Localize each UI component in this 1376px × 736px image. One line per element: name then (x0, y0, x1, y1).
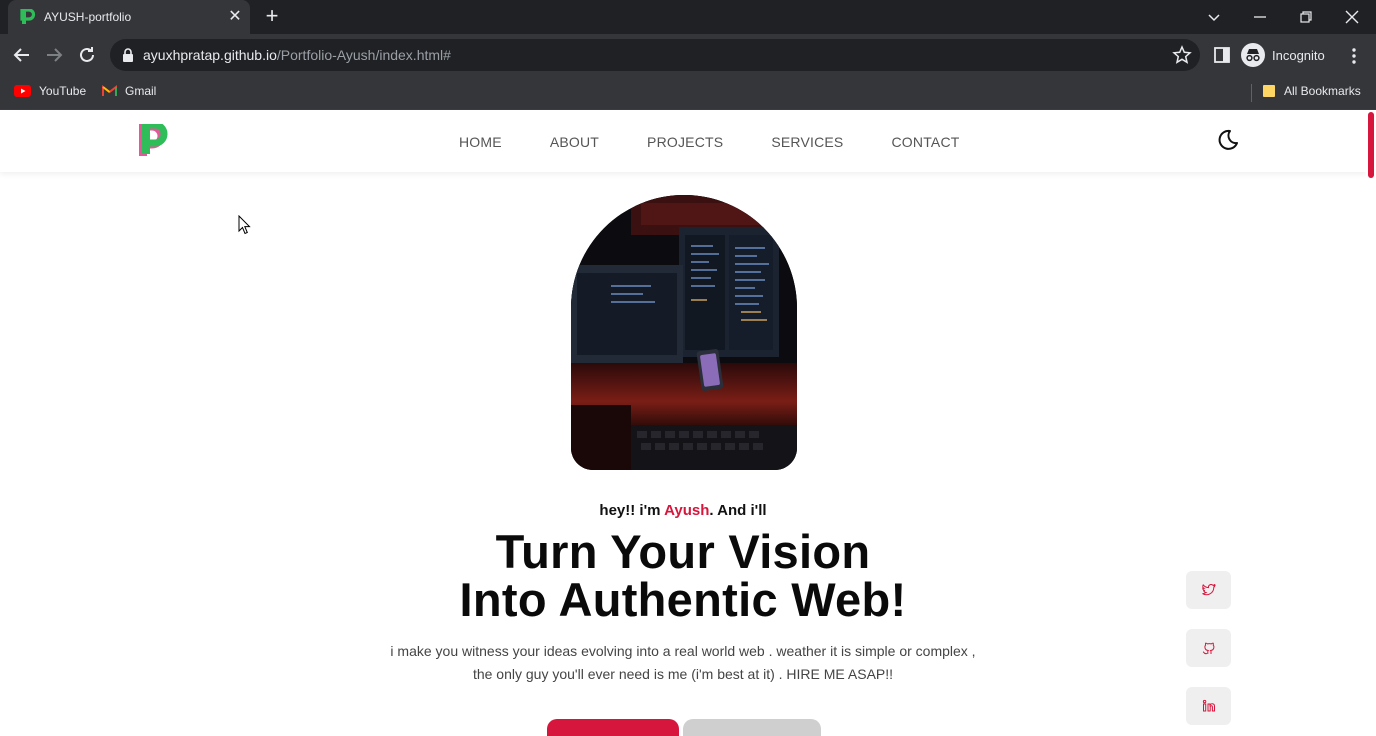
nav-services[interactable]: SERVICES (771, 134, 843, 150)
desk-setup-illustration (571, 195, 797, 470)
hero-primary-button[interactable] (547, 719, 679, 736)
all-bookmarks-label: All Bookmarks (1284, 84, 1361, 98)
headline-line-1: Turn Your Vision (495, 525, 871, 578)
url-host: ayuxhpratap.github.io (143, 47, 277, 63)
site-favicon (20, 9, 36, 24)
site-header: HOME ABOUT PROJECTS SERVICES CONTACT (0, 110, 1366, 172)
nav-projects[interactable]: PROJECTS (647, 134, 723, 150)
description-line-1: i make you witness your ideas evolving i… (390, 643, 976, 659)
browser-toolbar: ayuxhpratap.github.io/Portfolio-Ayush/in… (0, 34, 1376, 76)
tab-title: AYUSH-portfolio (44, 10, 132, 24)
page-viewport: HOME ABOUT PROJECTS SERVICES CONTACT hey… (0, 110, 1376, 736)
twitter-icon (1201, 584, 1216, 596)
incognito-icon (1241, 43, 1265, 67)
github-icon (1202, 642, 1214, 655)
nav-about[interactable]: ABOUT (550, 134, 599, 150)
bookmarks-separator (1251, 84, 1252, 102)
hero-greeting: hey!! i'm Ayush. And i'll (0, 502, 1366, 519)
url-text: ayuxhpratap.github.io/Portfolio-Ayush/in… (143, 47, 451, 63)
address-bar[interactable]: ayuxhpratap.github.io/Portfolio-Ayush/in… (110, 39, 1200, 71)
bookmark-star-icon[interactable] (1172, 45, 1192, 65)
dark-mode-moon-icon[interactable] (1214, 127, 1240, 153)
hero-secondary-button[interactable] (683, 719, 821, 736)
bookmarks-bar: YouTube Gmail All Bookmarks (0, 76, 1376, 110)
new-tab-icon[interactable]: + (262, 5, 282, 27)
greeting-prefix: hey!! i'm (599, 502, 665, 519)
headline-line-2: Into Authentic Web! (459, 573, 907, 626)
url-path: /Portfolio-Ayush/index.html# (276, 47, 451, 63)
bookmark-label: Gmail (125, 84, 157, 98)
side-panel-icon[interactable] (1213, 46, 1231, 64)
back-icon[interactable] (10, 43, 34, 67)
site-logo[interactable] (136, 124, 172, 158)
linkedin-icon (1202, 699, 1215, 712)
browser-tab[interactable]: AYUSH-portfolio ✕ (8, 0, 250, 34)
restore-icon[interactable] (1295, 6, 1317, 28)
all-bookmarks-button[interactable]: All Bookmarks (1262, 84, 1361, 98)
social-linkedin-button[interactable] (1186, 687, 1231, 725)
social-twitter-button[interactable] (1186, 571, 1231, 609)
reload-icon[interactable] (75, 43, 99, 67)
folder-icon (1263, 85, 1275, 97)
hero-image (571, 195, 797, 470)
bookmark-label: YouTube (39, 84, 87, 98)
minimize-icon[interactable] (1249, 6, 1271, 28)
tab-search-icon[interactable] (1203, 6, 1225, 28)
mouse-cursor-icon (238, 215, 251, 235)
forward-icon[interactable] (42, 43, 66, 67)
tab-strip: AYUSH-portfolio ✕ + (0, 0, 1376, 34)
hero-description: i make you witness your ideas evolving i… (0, 640, 1366, 686)
main-nav: HOME ABOUT PROJECTS SERVICES CONTACT (459, 134, 1008, 150)
nav-contact[interactable]: CONTACT (891, 134, 959, 150)
bookmark-youtube[interactable]: YouTube (14, 84, 86, 98)
greeting-name: Ayush (664, 502, 710, 519)
lock-icon (123, 48, 133, 62)
social-github-button[interactable] (1186, 629, 1231, 667)
nav-home[interactable]: HOME (459, 134, 502, 150)
scrollbar-thumb[interactable] (1368, 112, 1374, 178)
greeting-suffix: . And i'll (709, 502, 767, 519)
close-window-icon[interactable] (1341, 6, 1363, 28)
incognito-profile-button[interactable]: Incognito (1241, 39, 1325, 71)
bookmark-gmail[interactable]: Gmail (102, 84, 156, 98)
profile-label: Incognito (1272, 47, 1325, 63)
description-line-2: the only guy you'll ever need is me (i'm… (472, 666, 894, 682)
hero-headline: Turn Your Vision Into Authentic Web! (0, 528, 1366, 624)
youtube-icon (14, 85, 31, 97)
page-scrollbar[interactable] (1366, 110, 1376, 736)
gmail-icon (102, 85, 117, 96)
tab-close-icon[interactable]: ✕ (226, 8, 244, 26)
browser-menu-icon[interactable] (1344, 46, 1364, 66)
